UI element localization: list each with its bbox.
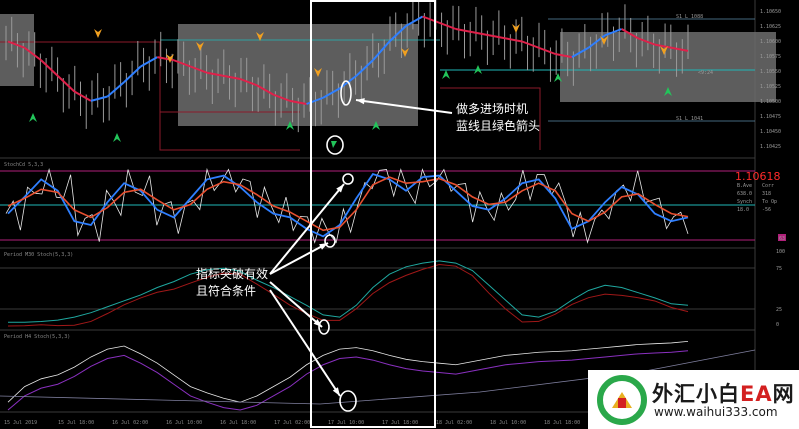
buy-arrow [442, 70, 450, 79]
time-axis-label: 16 Jul 02:00 [112, 420, 148, 426]
m30-axis-label: 75 [776, 266, 782, 272]
indicator-note-line1: 指标突破有效 [196, 267, 269, 281]
indicator-note: 指标突破有效 且符合条件 [196, 266, 268, 300]
h4-panel-header: Period H4 Stoch(5,3,3) [4, 334, 70, 340]
m30-axis-label: 25 [776, 307, 782, 313]
ma-line-segment [505, 37, 523, 43]
ma-line-segment [106, 81, 125, 98]
time-axis-label: 18 Jul 18:00 [544, 420, 580, 426]
m30-main-line [8, 260, 689, 323]
current-price-mark: <9:24 [698, 70, 713, 76]
stoch-info-cell: 318 [762, 191, 771, 197]
pointer-arrow-head [332, 387, 340, 396]
ma-line-segment [422, 15, 440, 24]
highlight-circle [339, 390, 357, 412]
m30-signal-line [7, 264, 689, 327]
price-axis-label: 1.10450 [760, 129, 781, 135]
level-upper-label: S1 L 1088 [676, 14, 703, 20]
time-axis-label: 16 Jul 10:00 [166, 420, 202, 426]
m30-axis-label: 100 [776, 249, 785, 255]
buy-note-line1: 做多进场时机 [456, 102, 529, 116]
time-axis-label: 17 Jul 02:00 [274, 420, 310, 426]
price-axis-label: 1.10475 [760, 114, 781, 120]
ma-line-segment [73, 90, 92, 102]
price-axis-label: 1.10500 [760, 99, 781, 105]
buy-arrow [331, 141, 337, 148]
price-axis-label: 1.10525 [760, 84, 781, 90]
price-readout: 1.10618 [735, 170, 781, 183]
stoch-info-cell: Corr [762, 183, 774, 189]
ma-line-segment [538, 46, 556, 55]
stoch-info-cell: 638.0 [737, 191, 752, 197]
ma-line-segment [488, 34, 506, 40]
ma-line-segment [521, 40, 540, 49]
site-logo: 外汇小白EA网 www.waihui333.com [588, 370, 799, 429]
time-axis-label: 17 Jul 10:00 [328, 420, 364, 426]
logo-url: www.waihui333.com [654, 405, 778, 419]
indicator-note-line2: 且符合条件 [196, 284, 257, 298]
price-axis-label: 1.10650 [760, 9, 781, 15]
ma-line-segment [90, 95, 108, 102]
logo-title: 外汇小白EA网 [652, 382, 795, 406]
highlight-circle [326, 135, 344, 155]
stoch-info-cell: -56 [762, 207, 771, 213]
time-axis-label: 16 Jul 18:00 [220, 420, 256, 426]
ma-line-segment [57, 75, 76, 93]
time-axis-label: 18 Jul 02:00 [436, 420, 472, 426]
buy-arrow [29, 113, 37, 122]
stoch-marker-label: 63 [779, 236, 785, 242]
ma-line-segment [40, 59, 59, 77]
stoch-info-cell: 18.0 [737, 207, 749, 213]
mt4-chart-window: S1 L 1088 S1 L 1041 1.10650 1.10625 1.10600 1… [0, 0, 799, 429]
price-axis-label: 1.10575 [760, 54, 781, 60]
buy-note: 做多进场时机 蓝线且绿色箭头 [456, 101, 540, 135]
stoch-info-cell: B.Ave [737, 183, 752, 189]
stoch-panel-header: StochCd 5,3,3 [4, 162, 43, 168]
pointer-arrow [269, 281, 323, 328]
level-lower-label: S1 L 1041 [676, 116, 703, 122]
price-axis-label: 1.10425 [760, 144, 781, 150]
time-axis-label: 15 Jul 18:00 [58, 420, 94, 426]
h4-main-line [7, 340, 689, 403]
pointer-arrow [269, 289, 341, 397]
ma-line-segment [472, 31, 490, 37]
stoch-info-cell: Synch [737, 199, 752, 205]
price-axis-label: 1.10625 [760, 24, 781, 30]
logo-icon [597, 375, 647, 425]
h4-signal-line [7, 350, 689, 411]
stoch-info-cell: To Op [762, 199, 777, 205]
buy-note-line2: 蓝线且绿色箭头 [456, 119, 541, 133]
buy-arrow [113, 133, 121, 142]
chart-canvas: S1 L 1088 S1 L 1041 1.10650 1.10625 1.10600 1… [0, 0, 786, 429]
highlight-circle [324, 234, 336, 248]
time-axis-label: 18 Jul 10:00 [490, 420, 526, 426]
time-axis-label: 15 Jul 2019 [4, 420, 37, 426]
m30-panel-header: Period M30 Stoch(5,3,3) [4, 252, 73, 258]
price-axis-label: 1.10600 [760, 39, 781, 45]
price-axis-label: 1.10550 [760, 69, 781, 75]
sell-arrow [94, 29, 102, 38]
highlight-circle [342, 173, 354, 185]
time-axis-label: 17 Jul 18:00 [382, 420, 418, 426]
m30-axis-label: 0 [776, 322, 779, 328]
